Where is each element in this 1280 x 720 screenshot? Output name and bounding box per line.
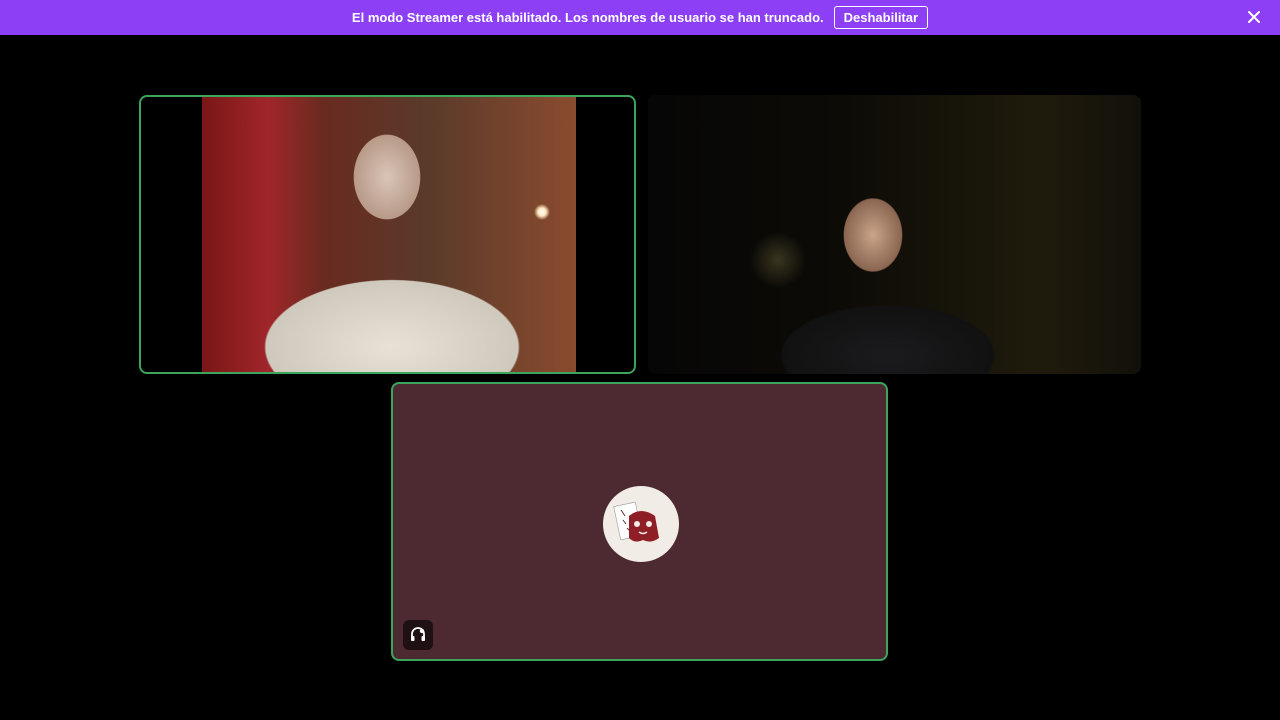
streamer-mode-notice: El modo Streamer está habilitado. Los no… [0, 0, 1280, 35]
user-avatar [603, 486, 679, 562]
close-icon[interactable] [1246, 9, 1262, 25]
camera-feed [648, 95, 1141, 374]
video-tile-1[interactable] [139, 95, 636, 374]
avatar-tile[interactable] [391, 382, 888, 661]
discord-logo-icon [605, 488, 677, 560]
disable-streamer-mode-button[interactable]: Deshabilitar [833, 6, 929, 29]
video-tile-2[interactable] [648, 95, 1141, 374]
headphones-deafened-icon [411, 627, 425, 641]
deafened-status-button[interactable] [403, 620, 433, 650]
notice-message: El modo Streamer está habilitado. Los no… [351, 10, 824, 25]
camera-feed [202, 97, 576, 372]
